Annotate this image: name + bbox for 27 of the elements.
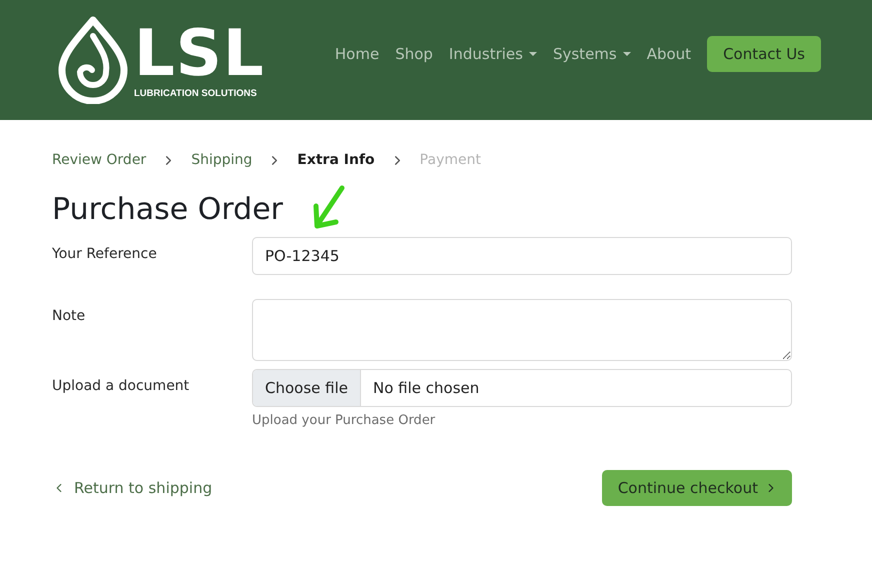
caret-icon [528, 52, 537, 56]
nav-link[interactable]: Industries [448, 45, 537, 63]
help-text: Upload your Purchase Order [252, 413, 436, 428]
continue-button[interactable]: Continue checkout [602, 470, 792, 506]
note-field[interactable] [252, 299, 792, 361]
field-label: Your Reference [52, 245, 158, 262]
breadcrumb-step: Payment [420, 152, 481, 168]
breadcrumb-step[interactable]: Shipping [191, 152, 252, 168]
return-link[interactable]: Return to shipping [52, 479, 212, 497]
breadcrumb-step[interactable]: Review Order [52, 152, 146, 168]
choose-file-button[interactable]: Choose file [253, 370, 361, 406]
contact-button[interactable]: Contact Us [707, 36, 821, 72]
reference-field[interactable]: PO-12345 [252, 237, 792, 275]
field-label: Upload a document [52, 377, 190, 394]
nav-link[interactable]: Shop [395, 45, 433, 63]
logo-title: LSL [134, 22, 265, 86]
file-status: No file chosen [372, 379, 480, 397]
field-label: Note [52, 307, 86, 324]
droplet-icon [58, 16, 128, 104]
nav-link[interactable]: Home [334, 45, 380, 63]
breadcrumb-step: Extra Info [297, 152, 375, 168]
logo-subtitle: LUBRICATION SOLUTIONS [134, 88, 258, 98]
caret-icon [622, 52, 631, 56]
nav-link[interactable]: About [646, 45, 692, 63]
page-heading: Purchase Order [52, 192, 284, 227]
file-field[interactable]: Choose file No file chosen [252, 369, 792, 407]
nav-link[interactable]: Systems [552, 45, 631, 63]
